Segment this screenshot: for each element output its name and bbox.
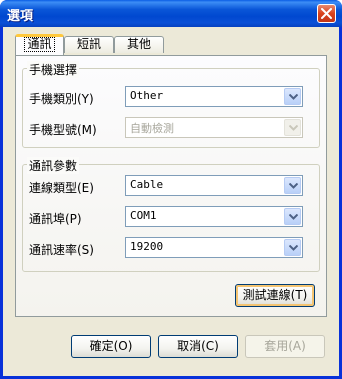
phone-type-select[interactable]: Other <box>125 86 303 107</box>
connection-type-select[interactable]: Cable <box>125 175 303 196</box>
comm-speed-dropdown-button[interactable] <box>284 239 301 256</box>
cancel-button[interactable]: 取消(C) <box>158 335 238 358</box>
comm-speed-label: 通訊速率(S) <box>29 243 94 257</box>
dialog-body: 通訊 短訊 其他 手機選擇 手機類別(Y) Other 手機型號(M) 自動檢測… <box>3 27 339 376</box>
title-bar[interactable]: 選項 <box>0 0 342 27</box>
comm-port-value: COM1 <box>130 209 157 222</box>
comm-port-label: 通訊埠(P) <box>29 212 82 226</box>
tab-panel-communication: 手機選擇 手機類別(Y) Other 手機型號(M) 自動檢測 通訊參數 連線類… <box>15 55 327 317</box>
comm-port-select[interactable]: COM1 <box>125 206 303 227</box>
phone-model-label: 手機型號(M) <box>29 123 97 137</box>
phone-model-select: 自動檢測 <box>125 117 303 138</box>
connection-type-label: 連線類型(E) <box>29 181 94 195</box>
apply-button: 套用(A) <box>245 335 325 358</box>
close-button[interactable] <box>317 4 336 23</box>
chevron-down-icon <box>289 94 298 100</box>
comm-params-title: 通訊參數 <box>27 157 80 174</box>
tab-communication-label: 通訊 <box>24 37 55 52</box>
close-icon <box>321 8 332 19</box>
window-title: 選項 <box>7 9 34 24</box>
chevron-down-icon <box>289 125 298 131</box>
chevron-down-icon <box>289 183 298 189</box>
test-connection-button[interactable]: 測試連線(T) <box>235 284 315 307</box>
phone-model-value: 自動檢測 <box>130 122 174 135</box>
chevron-down-icon <box>289 245 298 251</box>
ok-button[interactable]: 確定(O) <box>71 335 151 358</box>
chevron-down-icon <box>289 214 298 220</box>
tab-communication[interactable]: 通訊 <box>15 34 64 55</box>
options-dialog: 選項 通訊 短訊 其他 手機選擇 手機類別(Y) Other 手機型號(M) 自… <box>0 0 342 379</box>
connection-type-value: Cable <box>130 178 164 191</box>
comm-params-group: 通訊參數 連線類型(E) Cable 通訊埠(P) COM1 通訊速率(S) 1… <box>22 157 320 272</box>
connection-type-dropdown-button[interactable] <box>284 177 301 194</box>
phone-type-value: Other <box>130 89 164 102</box>
phone-selection-title: 手機選擇 <box>27 61 80 78</box>
tab-sms[interactable]: 短訊 <box>64 36 114 53</box>
tab-other-label: 其他 <box>126 37 151 51</box>
tab-other[interactable]: 其他 <box>114 36 164 53</box>
comm-speed-select[interactable]: 19200 <box>125 237 303 258</box>
tab-sms-label: 短訊 <box>76 37 101 51</box>
comm-port-dropdown-button[interactable] <box>284 208 301 225</box>
phone-type-dropdown-button[interactable] <box>284 88 301 105</box>
phone-type-label: 手機類別(Y) <box>29 92 94 106</box>
phone-selection-group: 手機選擇 手機類別(Y) Other 手機型號(M) 自動檢測 <box>22 61 320 148</box>
comm-speed-value: 19200 <box>130 240 164 253</box>
phone-model-dropdown-button <box>284 119 301 136</box>
